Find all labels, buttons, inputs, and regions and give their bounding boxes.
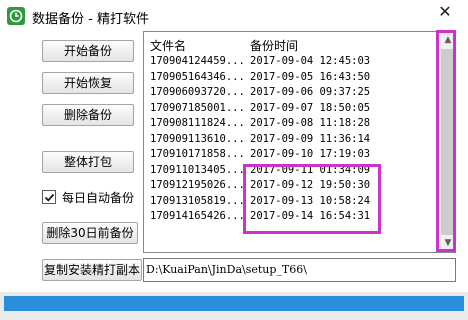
vertical-scrollbar[interactable]: ▲ ▼ [440, 32, 455, 252]
pack-all-button[interactable]: 整体打包 [42, 151, 134, 173]
header-filename: 文件名 [150, 39, 187, 53]
list-item-filename: 170908111824... [150, 117, 245, 129]
list-item[interactable]: 170905164346... 2017-09-05 16:43:50 [144, 70, 440, 86]
list-item-filename: 170905164346... [150, 70, 245, 83]
header-time: 备份时间 [250, 39, 299, 53]
list-item[interactable]: 170908111824... 2017-09-08 11:18:28 [144, 116, 440, 132]
list-item-filename: 170910171858... [150, 148, 245, 160]
list-item-time: 2017-09-09 11:36:14 [250, 132, 371, 145]
copy-install-button[interactable]: 复制安装精打副本 [42, 259, 142, 281]
start-backup-button[interactable]: 开始备份 [42, 40, 134, 62]
list-item-filename: 170907185001... [150, 101, 245, 114]
list-item-time: 2017-09-13 10:58:24 [250, 194, 371, 207]
list-item-time: 2017-09-05 16:43:50 [250, 70, 371, 83]
progress-accent [4, 296, 464, 311]
list-item-filename: 170913105819... [150, 194, 245, 207]
auto-backup-label: 每日自动备份 [62, 191, 135, 205]
path-field[interactable]: D:\KuaiPan\JinDa\setup_T66\ [143, 258, 456, 282]
list-item[interactable]: 170914165426... 2017-09-14 16:54:31 [144, 209, 440, 225]
list-item-filename: 170911013405... [150, 163, 245, 176]
scroll-up-icon[interactable]: ▲ [440, 32, 455, 49]
backup-file-list[interactable]: 文件名 备份时间 170904124459... 2017-09-04 12:45… [143, 31, 456, 253]
list-item[interactable]: 170906093720... 2017-09-06 09:37:25 [144, 85, 440, 101]
delete-backup-button[interactable]: 删除备份 [42, 104, 134, 126]
list-header: 文件名 备份时间 [144, 32, 440, 54]
list-item-time: 2017-09-11 01:34:09 [250, 163, 371, 176]
list-item-time: 2017-09-08 11:18:28 [250, 117, 371, 129]
title-bar: 数据备份 - 精打软件 ✕ [0, 0, 468, 32]
list-item-time: 2017-09-12 19:50:30 [250, 179, 371, 191]
list-item[interactable]: 170911013405... 2017-09-11 01:34:09 [144, 163, 440, 179]
list-item-filename: 170904124459... [150, 55, 245, 67]
close-button[interactable]: ✕ [432, 2, 458, 22]
list-item-filename: 170912195026... [150, 179, 245, 191]
list-item-time: 2017-09-04 12:45:03 [250, 55, 371, 67]
list-item-filename: 170909113610... [150, 132, 245, 145]
list-item-filename: 170906093720... [150, 86, 245, 98]
delete-30-days-button[interactable]: 删除30日前备份 [42, 222, 138, 244]
scroll-down-icon[interactable]: ▼ [440, 235, 455, 252]
list-item-filename: 170914165426... [150, 210, 245, 222]
auto-backup-checkbox[interactable] [42, 190, 56, 204]
scroll-thumb[interactable] [441, 49, 455, 235]
window-title: 数据备份 - 精打软件 [32, 12, 149, 27]
list-item-time: 2017-09-14 16:54:31 [250, 210, 371, 222]
list-item[interactable]: 170910171858... 2017-09-10 17:19:03 [144, 147, 440, 163]
start-restore-button[interactable]: 开始恢复 [42, 72, 134, 94]
backup-clock-icon [7, 7, 25, 25]
list-item[interactable]: 170913105819... 2017-09-13 10:58:24 [144, 194, 440, 210]
list-item[interactable]: 170904124459... 2017-09-04 12:45:03 [144, 54, 440, 70]
list-item-time: 2017-09-06 09:37:25 [250, 86, 371, 98]
list-item[interactable]: 170909113610... 2017-09-09 11:36:14 [144, 132, 440, 148]
list-item-time: 2017-09-10 17:19:03 [250, 148, 371, 160]
list-rows: 170904124459... 2017-09-04 12:45:03 170905… [144, 54, 440, 225]
checkmark-icon [44, 193, 55, 202]
list-item[interactable]: 170907185001... 2017-09-07 18:50:05 [144, 101, 440, 117]
list-item[interactable]: 170912195026... 2017-09-12 19:50:30 [144, 178, 440, 194]
bottom-status-bar [0, 292, 468, 320]
list-item-time: 2017-09-07 18:50:05 [250, 101, 371, 114]
